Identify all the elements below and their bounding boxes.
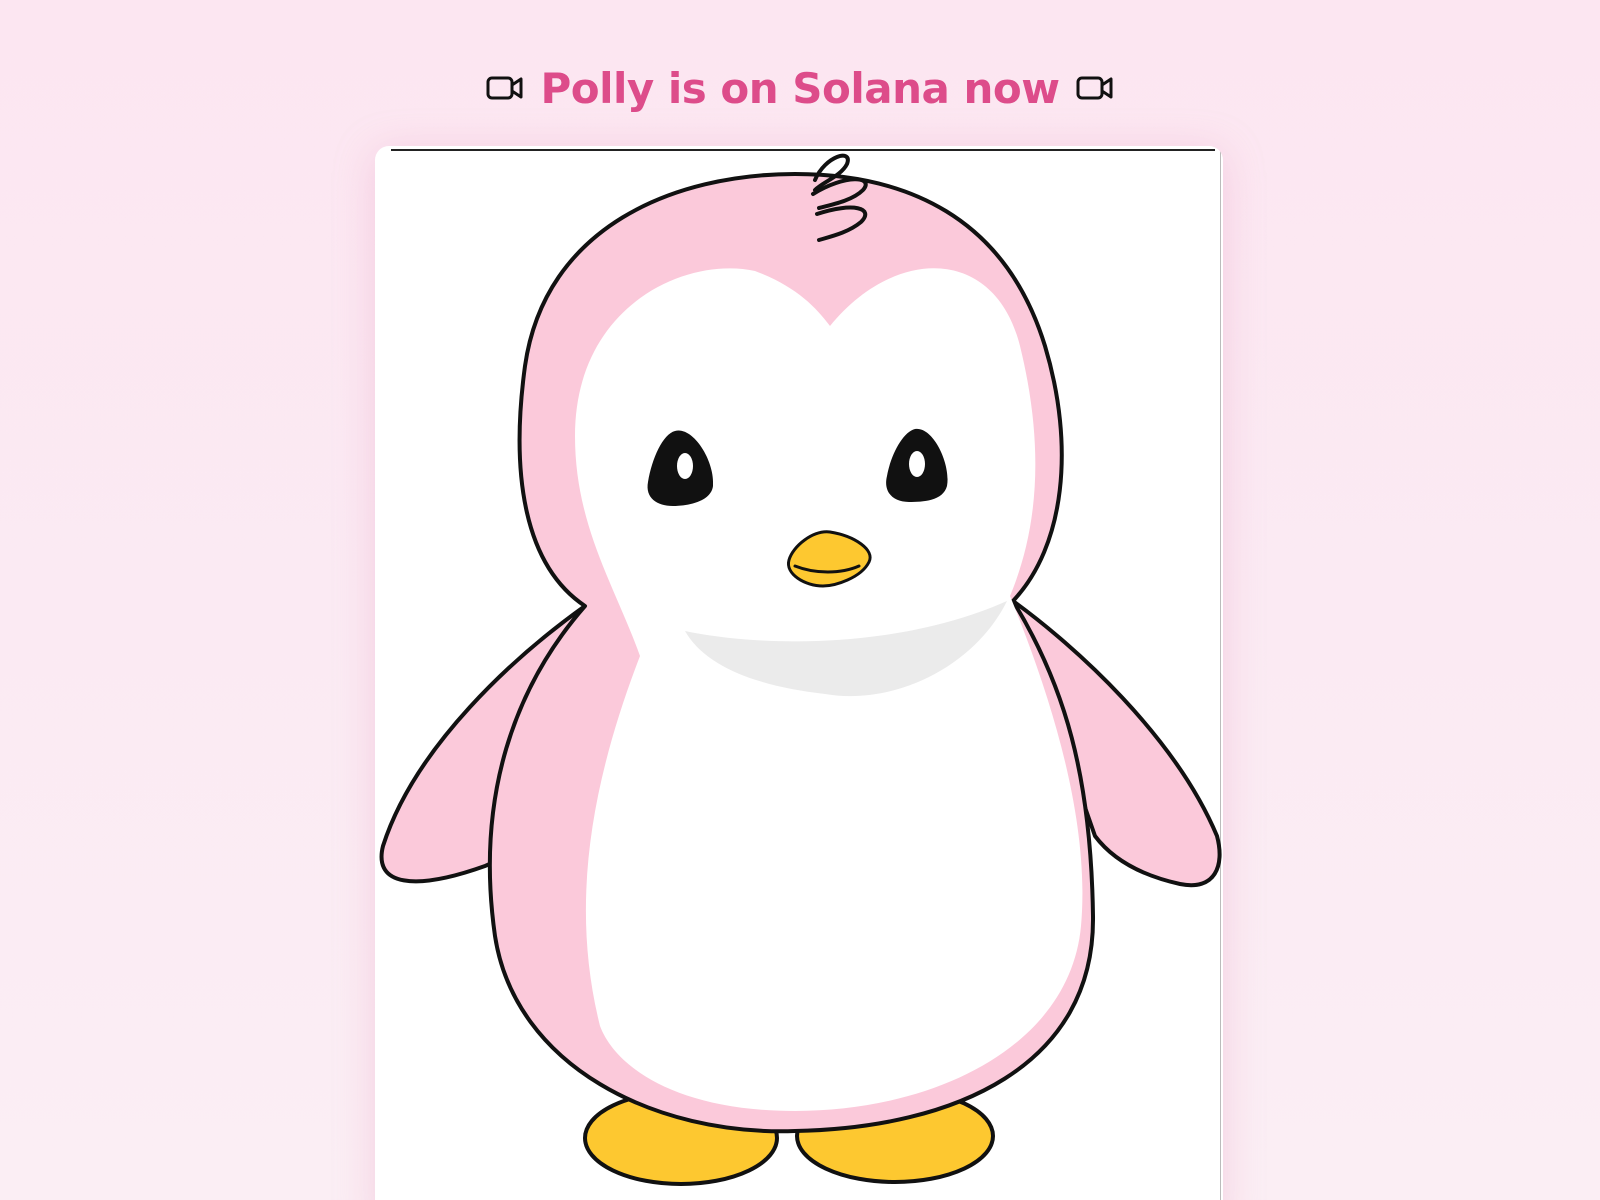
page-header: Polly is on Solana now [0,60,1600,116]
image-card [375,146,1223,1200]
video-camera-icon [486,74,524,102]
penguin-illustration [379,153,1222,1186]
page-title: Polly is on Solana now [540,63,1060,113]
video-camera-icon [1076,74,1114,102]
